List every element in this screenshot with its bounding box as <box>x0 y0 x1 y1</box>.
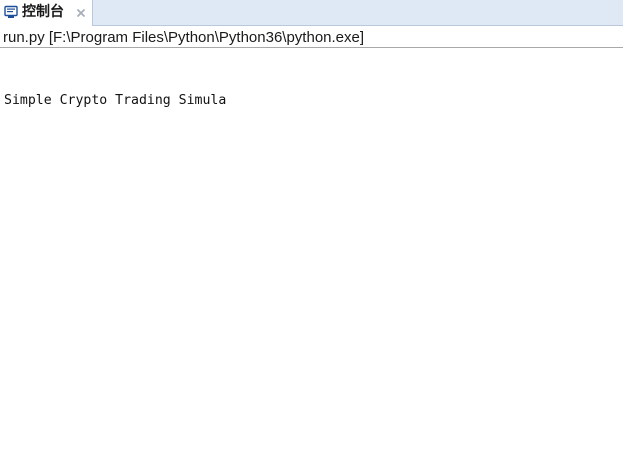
tab-console[interactable]: 控制台 <box>0 0 93 26</box>
console-view: 控制台 run.py [F:\Program Files\Python\Pyth… <box>0 0 623 454</box>
console-output-line: Simple Crypto Trading Simula <box>4 93 227 108</box>
close-icon[interactable] <box>75 6 87 18</box>
process-description: run.py [F:\Program Files\Python\Python36… <box>3 29 365 46</box>
tab-label: 控制台 <box>22 4 64 20</box>
view-tab-bar: 控制台 <box>0 0 623 26</box>
console-icon <box>4 5 18 19</box>
console-output-area[interactable]: Simple Crypto Trading Simula <box>0 48 623 454</box>
